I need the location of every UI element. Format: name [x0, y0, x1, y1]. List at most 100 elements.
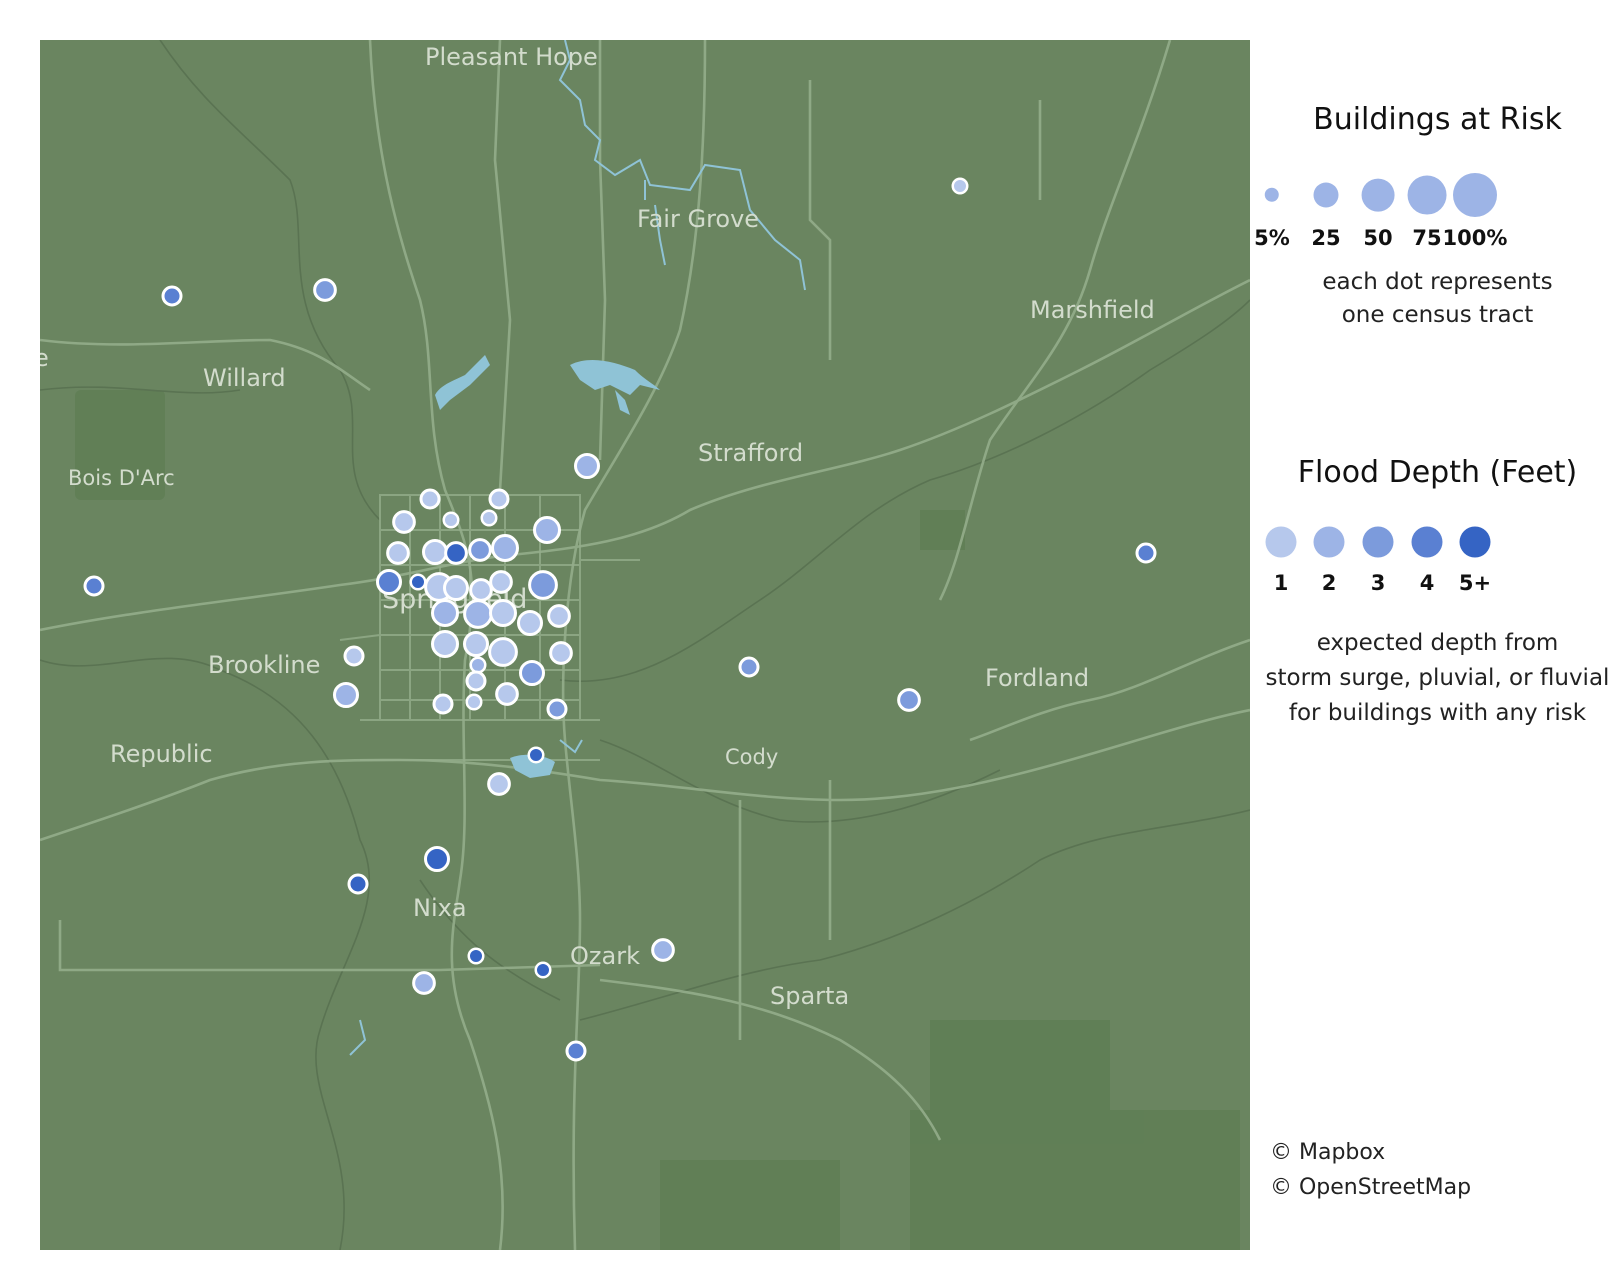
census-tract-dot[interactable]	[469, 656, 487, 674]
size-legend-label: 100%	[1442, 226, 1508, 250]
census-tract-dot[interactable]	[161, 285, 183, 307]
census-tract-dot[interactable]	[527, 746, 545, 764]
census-tract-dot[interactable]	[386, 541, 410, 565]
town-labels: Pleasant Hope Fair Grove Marshfield Will…	[40, 43, 1155, 1010]
depth-legend-dot	[1362, 526, 1394, 558]
census-tract-dot[interactable]	[431, 630, 459, 658]
size-legend-dot	[1313, 182, 1339, 208]
depth-legend-label: 5+	[1458, 571, 1492, 595]
census-tract-dot[interactable]	[343, 645, 365, 667]
size-legend-scale: 5% 25 50 75 100%	[1254, 170, 1620, 250]
size-legend-label: 5%	[1254, 226, 1290, 250]
census-tract-dot[interactable]	[897, 688, 921, 712]
legend-panel: Buildings at Risk 5% 25 50 75 100% each dot …	[1254, 0, 1620, 1280]
census-tract-dot[interactable]	[432, 693, 454, 715]
census-tract-dot[interactable]	[422, 539, 448, 565]
size-legend-dot	[1407, 175, 1447, 215]
depth-note-line: storm surge, pluvial, or fluvial	[1265, 665, 1610, 691]
basemap: Pleasant Hope Fair Grove Marshfield Will…	[40, 40, 1250, 1250]
depth-legend-label: 3	[1370, 571, 1386, 595]
park-areas	[75, 390, 1240, 1250]
census-tract-dot[interactable]	[651, 938, 675, 962]
census-tract-dot[interactable]	[574, 453, 600, 479]
depth-legend-dot	[1265, 526, 1297, 558]
town-label: Ozark	[570, 942, 640, 970]
size-legend-label: 75	[1412, 226, 1442, 250]
census-tract-dot[interactable]	[468, 538, 492, 562]
size-legend-dot	[1264, 187, 1280, 203]
census-tract-dot[interactable]	[546, 698, 568, 720]
census-tract-dot[interactable]	[465, 693, 483, 711]
size-note-line: one census tract	[1341, 302, 1534, 328]
census-tract-dot[interactable]	[738, 656, 760, 678]
census-tract-dot[interactable]	[392, 510, 416, 534]
census-tract-dot[interactable]	[1135, 542, 1157, 564]
census-tract-dot[interactable]	[463, 599, 493, 629]
size-legend-dot	[1453, 173, 1497, 217]
census-tract-dot[interactable]	[519, 660, 545, 686]
town-label: Willard	[203, 364, 286, 392]
urban-grid	[339, 494, 640, 761]
town-label: Nixa	[413, 894, 467, 922]
census-tract-dot[interactable]	[376, 569, 402, 595]
osm-credit[interactable]: © OpenStreetMap	[1270, 1175, 1471, 1200]
town-label: Fair Grove	[637, 205, 759, 233]
census-tract-dot[interactable]	[487, 772, 511, 796]
town-label: Republic	[110, 740, 213, 768]
depth-legend-title: Flood Depth (Feet)	[1297, 455, 1578, 490]
census-tract-dot[interactable]	[547, 604, 571, 628]
town-label: Bois D'Arc	[68, 466, 175, 490]
census-tract-dot[interactable]	[424, 846, 450, 872]
depth-note-line: for buildings with any risk	[1288, 700, 1587, 726]
size-note-line: each dot represents	[1322, 269, 1553, 295]
census-tract-dot[interactable]	[465, 670, 487, 692]
census-tract-dot[interactable]	[491, 534, 519, 562]
size-legend-label: 50	[1363, 226, 1393, 250]
census-tract-dot[interactable]	[480, 509, 498, 527]
census-tract-dot[interactable]	[463, 631, 489, 657]
census-tract-dot[interactable]	[489, 599, 517, 627]
census-tract-dot[interactable]	[528, 570, 558, 600]
census-tract-dot[interactable]	[495, 682, 519, 706]
town-label: Cody	[725, 745, 778, 769]
town-label: e	[40, 344, 49, 372]
census-tract-dot[interactable]	[533, 516, 561, 544]
depth-legend-label: 2	[1321, 571, 1337, 595]
census-tract-dot[interactable]	[419, 488, 441, 510]
census-tract-dot[interactable]	[951, 177, 969, 195]
census-tract-dot[interactable]	[443, 575, 469, 601]
census-tract-dots	[83, 177, 1157, 1062]
census-tract-dot[interactable]	[347, 873, 369, 895]
census-tract-dot[interactable]	[469, 578, 493, 602]
depth-legend-dot	[1313, 526, 1345, 558]
depth-note-line: expected depth from	[1316, 630, 1559, 656]
census-tract-dot[interactable]	[442, 511, 460, 529]
town-label: Pleasant Hope	[425, 43, 598, 71]
census-tract-dot[interactable]	[412, 971, 436, 995]
census-tract-dot[interactable]	[431, 599, 459, 627]
census-tract-dot[interactable]	[517, 610, 543, 636]
census-tract-dot[interactable]	[488, 637, 518, 667]
town-label: Brookline	[208, 651, 320, 679]
census-tract-dot[interactable]	[549, 641, 573, 665]
census-tract-dot[interactable]	[565, 1040, 587, 1062]
census-tract-dot[interactable]	[444, 541, 468, 565]
census-tract-dot[interactable]	[534, 961, 552, 979]
mapbox-credit[interactable]: © Mapbox	[1270, 1140, 1385, 1165]
census-tract-dot[interactable]	[489, 570, 513, 594]
town-label: Marshfield	[1030, 296, 1155, 324]
map-canvas[interactable]: Pleasant Hope Fair Grove Marshfield Will…	[40, 40, 1250, 1250]
town-label: Fordland	[985, 664, 1089, 692]
census-tract-dot[interactable]	[467, 947, 485, 965]
depth-legend-dot	[1411, 526, 1443, 558]
census-tract-dot[interactable]	[488, 488, 510, 510]
census-tract-dot[interactable]	[313, 278, 337, 302]
depth-legend-scale: 1 2 3 4 5+	[1255, 515, 1620, 595]
size-legend-label: 25	[1311, 226, 1341, 250]
census-tract-dot[interactable]	[333, 682, 359, 708]
census-tract-dot[interactable]	[83, 575, 105, 597]
town-label: Strafford	[698, 439, 803, 467]
depth-legend-note: expected depth from storm surge, pluvial…	[1255, 626, 1620, 731]
census-tract-dot[interactable]	[409, 573, 427, 591]
size-legend-note: each dot represents one census tract	[1255, 266, 1620, 332]
